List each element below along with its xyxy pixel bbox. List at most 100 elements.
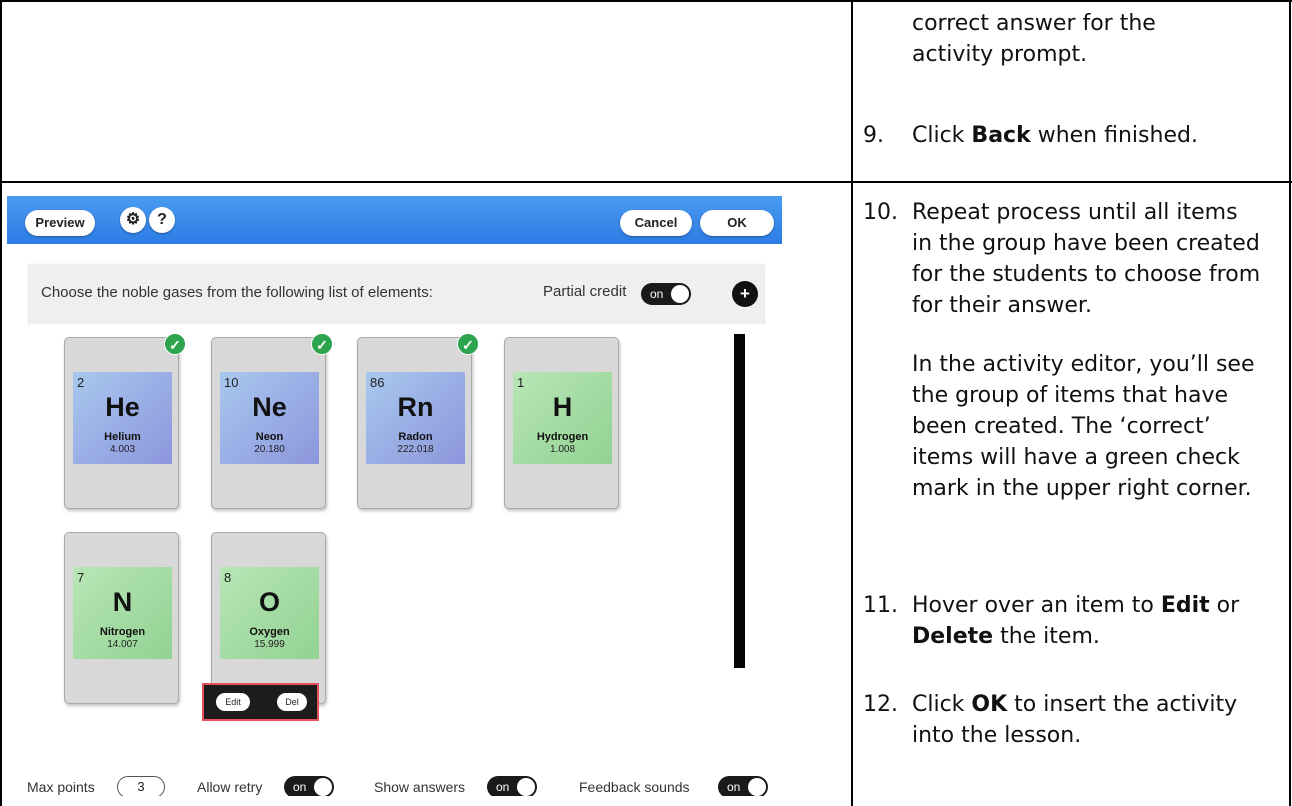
element-name: Nitrogen bbox=[99, 626, 146, 638]
element-name: Hydrogen bbox=[536, 431, 589, 443]
element-symbol: O bbox=[258, 587, 280, 617]
step-11-edit: Edit bbox=[1160, 593, 1210, 618]
cancel-button[interactable]: Cancel bbox=[620, 210, 692, 236]
items-scrollbar[interactable] bbox=[734, 334, 745, 668]
help-button[interactable]: ? bbox=[149, 207, 175, 233]
atomic-number: 1 bbox=[517, 375, 525, 390]
atomic-mass: 1.008 bbox=[549, 444, 576, 455]
activity-prompt[interactable]: Choose the noble gases from the followin… bbox=[41, 284, 433, 301]
allow-retry-toggle[interactable]: on bbox=[284, 776, 334, 796]
gear-icon: ⚙ bbox=[125, 211, 141, 228]
element-tile: 1 H Hydrogen 1.008 bbox=[513, 372, 612, 464]
feedback-sounds-label: Feedback sounds bbox=[579, 779, 690, 795]
partial-credit-toggle[interactable]: on bbox=[641, 283, 691, 305]
element-name: Radon bbox=[398, 431, 433, 443]
step-11-pre: Hover over an item to bbox=[912, 593, 1161, 618]
item-card-oxygen[interactable]: 8 O Oxygen 15.999 bbox=[211, 532, 326, 704]
plus-icon: + bbox=[740, 284, 750, 303]
atomic-number: 7 bbox=[77, 570, 85, 585]
step-12-pre: Click bbox=[912, 692, 972, 717]
settings-button[interactable]: ⚙ bbox=[120, 207, 146, 233]
activity-editor-screenshot: Preview ⚙ ? Cancel OK Choose the noble g… bbox=[7, 196, 782, 796]
atomic-number: 8 bbox=[224, 570, 232, 585]
editor-toolbar: Preview ⚙ ? Cancel OK bbox=[7, 196, 782, 244]
table-border-left bbox=[0, 0, 2, 806]
step-11-post: the item. bbox=[993, 624, 1100, 649]
element-tile: 10 Ne Neon 20.180 bbox=[220, 372, 319, 464]
atomic-mass: 222.018 bbox=[397, 444, 434, 455]
step-8-line-2: activity prompt. bbox=[912, 42, 1088, 67]
table-row-divider bbox=[0, 181, 1292, 183]
step-9-number: 9. bbox=[863, 123, 884, 148]
toggle-state: on bbox=[650, 287, 664, 301]
element-tile: 8 O Oxygen 15.999 bbox=[220, 567, 319, 659]
element-tile: 86 Rn Radon 222.018 bbox=[366, 372, 465, 464]
element-symbol: Ne bbox=[252, 392, 287, 422]
edit-item-button[interactable]: Edit bbox=[216, 693, 250, 711]
prompt-bar: Choose the noble gases from the followin… bbox=[29, 264, 764, 324]
element-symbol: N bbox=[112, 587, 133, 617]
add-item-button[interactable]: + bbox=[732, 281, 758, 307]
step-9-post: when finished. bbox=[1030, 123, 1198, 148]
table-border-right bbox=[1289, 0, 1291, 806]
atomic-mass: 4.003 bbox=[109, 444, 136, 455]
correct-check-icon: ✓ bbox=[457, 333, 479, 355]
atomic-number: 2 bbox=[77, 375, 85, 390]
item-card-helium[interactable]: 2 He Helium 4.003 bbox=[64, 337, 179, 509]
table-column-divider bbox=[851, 0, 853, 806]
element-name: Helium bbox=[104, 431, 141, 443]
atomic-mass: 20.180 bbox=[254, 444, 285, 455]
item-hover-actions: Edit Del bbox=[202, 683, 319, 721]
correct-check-icon: ✓ bbox=[164, 333, 186, 355]
element-symbol: He bbox=[105, 392, 140, 422]
max-points-input[interactable]: 3 bbox=[117, 776, 165, 796]
step-11-number: 11. bbox=[863, 593, 898, 618]
element-symbol: H bbox=[552, 392, 573, 422]
ok-button[interactable]: OK bbox=[700, 210, 774, 236]
step-8-continued: correct answer for the activity prompt. bbox=[863, 8, 1283, 78]
step-11: 11. Hover over an item to Edit or Delete… bbox=[863, 590, 1283, 654]
atomic-mass: 15.999 bbox=[254, 639, 285, 650]
item-card-nitrogen[interactable]: 7 N Nitrogen 14.007 bbox=[64, 532, 179, 704]
step-10-text: Repeat process until all items in the gr… bbox=[912, 200, 1261, 318]
element-name: Oxygen bbox=[249, 626, 290, 638]
step-12-number: 12. bbox=[863, 692, 898, 717]
delete-item-button[interactable]: Del bbox=[277, 693, 307, 711]
atomic-number: 86 bbox=[370, 375, 385, 390]
element-tile: 2 He Helium 4.003 bbox=[73, 372, 172, 464]
element-symbol: Rn bbox=[397, 392, 434, 422]
step-11-mid: or bbox=[1209, 593, 1240, 618]
element-name: Neon bbox=[255, 431, 284, 443]
step-10-note: In the activity editor, you’ll see the g… bbox=[912, 352, 1255, 501]
step-12: 12. Click OK to insert the activity into… bbox=[863, 689, 1283, 753]
step-9-pre: Click bbox=[912, 123, 972, 148]
atomic-number: 10 bbox=[224, 375, 239, 390]
toggle-state: on bbox=[496, 780, 510, 794]
toggle-state: on bbox=[727, 780, 741, 794]
feedback-sounds-toggle[interactable]: on bbox=[718, 776, 768, 796]
step-9: 9. Click Back when finished. bbox=[863, 120, 1283, 152]
show-answers-label: Show answers bbox=[374, 779, 466, 795]
item-card-radon[interactable]: 86 Rn Radon 222.018 bbox=[357, 337, 472, 509]
toggle-knob bbox=[748, 778, 766, 796]
toggle-state: on bbox=[293, 780, 307, 794]
item-card-hydrogen[interactable]: 1 H Hydrogen 1.008 bbox=[504, 337, 619, 509]
max-points-label: Max points bbox=[27, 779, 95, 795]
step-10: 10. Repeat process until all items in th… bbox=[863, 197, 1283, 597]
correct-check-icon: ✓ bbox=[311, 333, 333, 355]
table-border-top bbox=[0, 0, 1292, 2]
toggle-knob bbox=[671, 285, 689, 303]
step-10-number: 10. bbox=[863, 200, 898, 225]
step-12-ok: OK bbox=[971, 692, 1008, 717]
atomic-mass: 14.007 bbox=[107, 639, 138, 650]
step-9-back: Back bbox=[971, 123, 1031, 148]
step-8-line-1: correct answer for the bbox=[912, 11, 1156, 36]
element-tile: 7 N Nitrogen 14.007 bbox=[73, 567, 172, 659]
show-answers-toggle[interactable]: on bbox=[487, 776, 537, 796]
step-11-delete: Delete bbox=[912, 624, 994, 649]
item-card-neon[interactable]: 10 Ne Neon 20.180 bbox=[211, 337, 326, 509]
toggle-knob bbox=[314, 778, 332, 796]
toggle-knob bbox=[517, 778, 535, 796]
allow-retry-label: Allow retry bbox=[197, 779, 263, 795]
preview-button[interactable]: Preview bbox=[25, 210, 95, 236]
